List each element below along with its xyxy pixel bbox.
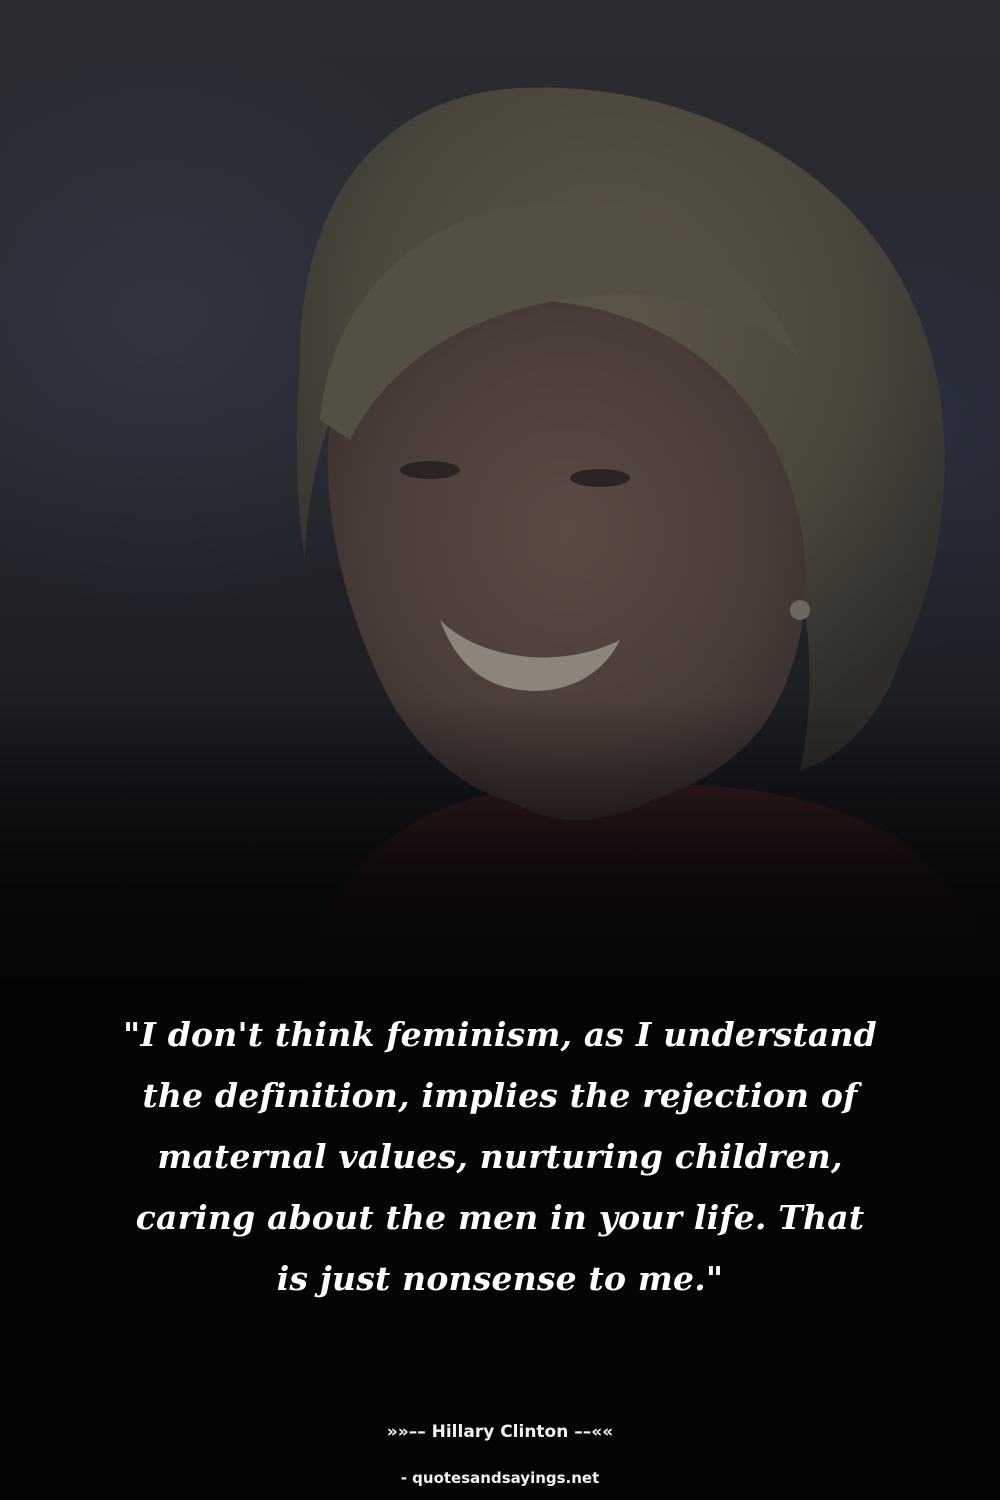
source-credit: - quotesandsayings.net [400,1469,600,1487]
photo-fade-overlay [0,700,1000,1020]
earring-shape [790,600,810,620]
quote-poster: "I don't think feminism, as I understand… [0,0,1000,1500]
left-eye-shape [400,461,460,479]
right-eye-shape [570,469,630,487]
quote-attribution: »»–– Hillary Clinton ––«« [386,1422,614,1442]
quote-text: "I don't think feminism, as I understand… [123,1015,877,1298]
